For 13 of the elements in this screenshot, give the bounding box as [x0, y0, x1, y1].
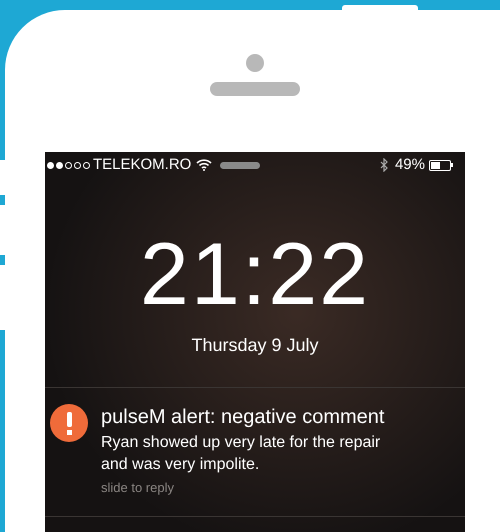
notification-body: Ryan showed up very late for the repair and was very impolite.	[101, 433, 382, 475]
signal-icon	[47, 162, 90, 168]
notification-title: pulseM alert: negative comment	[101, 405, 386, 430]
wifi-icon	[196, 159, 212, 171]
activity-bar-icon	[220, 162, 260, 168]
clock-time: 21:22	[140, 228, 370, 320]
date-text: Thursday 9 July	[191, 334, 319, 357]
carrier-name: TELEKOM.RO	[93, 154, 192, 175]
alert-icon	[50, 404, 88, 442]
battery-percent: 49%	[394, 154, 425, 175]
battery-icon	[429, 160, 453, 170]
slide-to-reply-hint: slide to reply	[101, 479, 175, 497]
bluetooth-icon	[380, 158, 389, 172]
